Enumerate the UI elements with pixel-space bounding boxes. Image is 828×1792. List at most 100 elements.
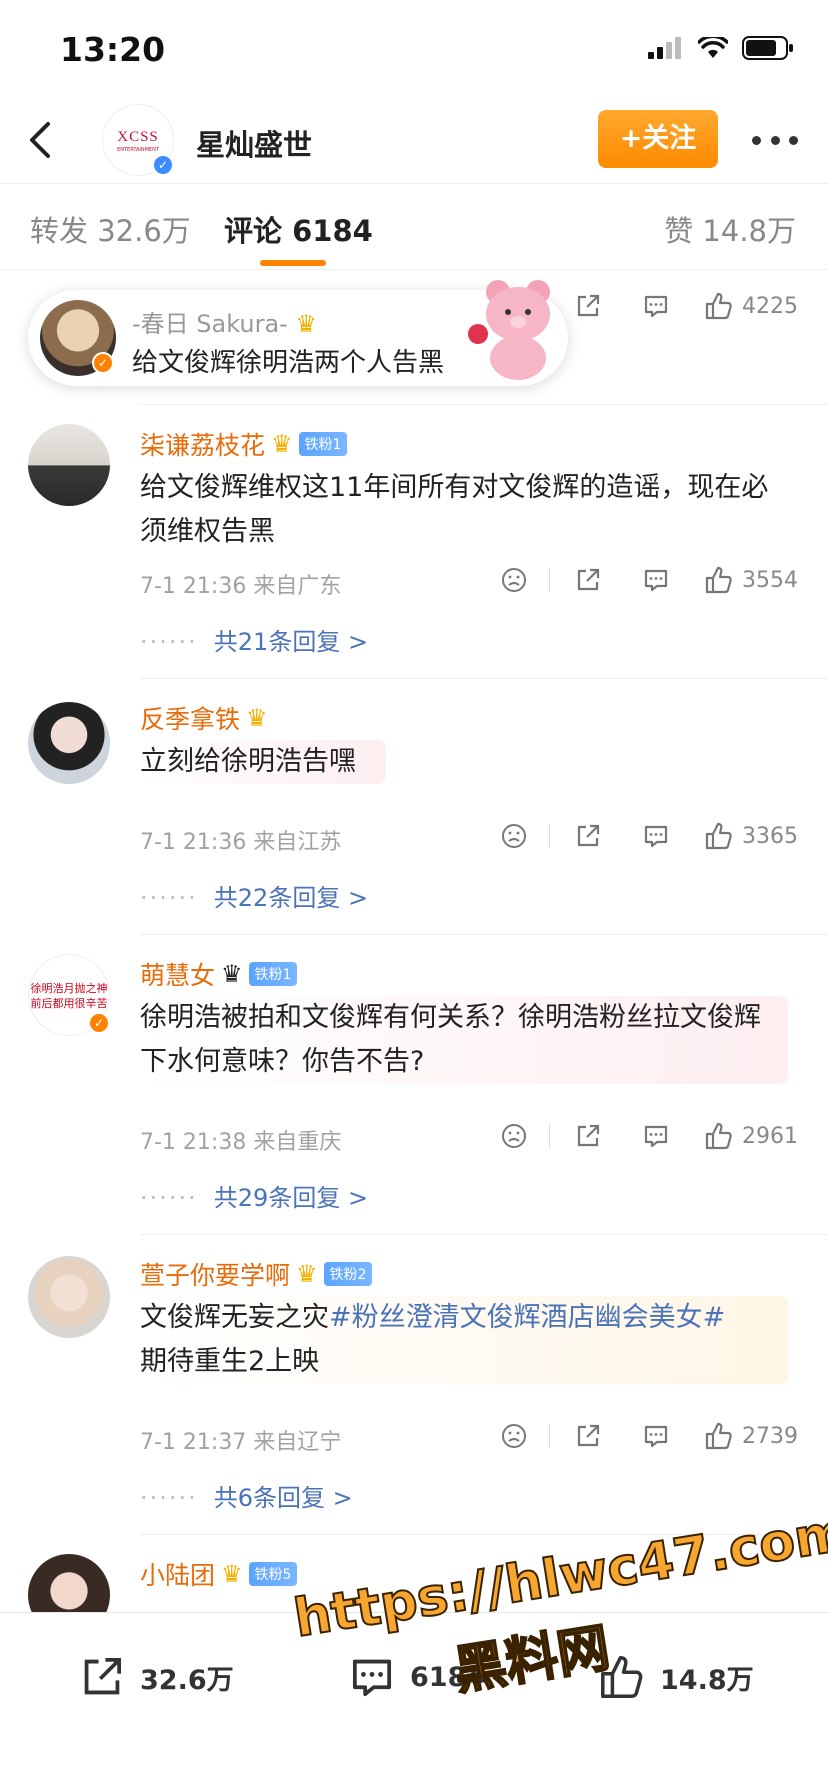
crown-icon: ♛ xyxy=(246,704,268,732)
view-replies-link[interactable]: ······ 共6条回复 > xyxy=(140,1478,353,1513)
reply-count: 共29条回复 > xyxy=(213,1184,369,1212)
share-button[interactable] xyxy=(568,1422,608,1450)
battery-icon xyxy=(742,36,793,60)
share-button[interactable] xyxy=(568,1122,608,1150)
comment-meta: 7-1 21:36 来自江苏 xyxy=(140,830,342,855)
divider xyxy=(140,1534,828,1535)
hashtag-link[interactable]: #粉丝澄清文俊辉酒店幽会美女# xyxy=(329,1302,725,1333)
commenter-avatar[interactable] xyxy=(28,424,110,506)
crown-icon: ♛ xyxy=(221,960,243,988)
divider xyxy=(140,934,828,935)
thumbs-up-icon xyxy=(705,1122,732,1150)
commenter-name-row: 反季拿铁 ♛ xyxy=(140,700,268,736)
commenter-name[interactable]: 小陆团 xyxy=(140,1556,215,1592)
reply-dots: ······ xyxy=(140,884,198,912)
comment-button[interactable] xyxy=(636,822,676,850)
like-button[interactable]: 14.8万 xyxy=(598,1653,754,1701)
sad-face-icon xyxy=(502,568,526,592)
chevron-left-icon xyxy=(30,122,50,158)
reply-count: 共6条回复 > xyxy=(213,1484,353,1512)
commenter-avatar[interactable] xyxy=(28,1256,110,1338)
share-button[interactable] xyxy=(568,566,608,594)
like-count: 14.8万 xyxy=(660,1664,754,1696)
verified-badge-icon: ✓ xyxy=(88,1012,110,1034)
comment-text: 给文俊辉徐明浩两个人告黑 xyxy=(132,348,445,378)
like-button[interactable]: 2739 xyxy=(704,1421,798,1451)
commenter-name[interactable]: 柒谦荔枝花 xyxy=(140,426,265,462)
back-button[interactable] xyxy=(18,116,66,164)
more-options-button[interactable] xyxy=(752,132,798,148)
comment-actions: 3365 xyxy=(497,816,798,856)
like-count: 4225 xyxy=(742,293,798,319)
divider xyxy=(140,678,828,679)
comment-actions: 2739 xyxy=(497,1416,798,1456)
tab-comments[interactable]: 评论 6184 xyxy=(224,208,373,250)
comment-button[interactable] xyxy=(636,292,676,320)
view-replies-link[interactable]: ······ 共22条回复 > xyxy=(140,878,368,913)
tab-reposts[interactable]: 转发 32.6万 xyxy=(30,208,191,250)
thumbs-up-icon xyxy=(705,1422,732,1450)
dislike-button[interactable] xyxy=(497,822,531,850)
like-button[interactable]: 3365 xyxy=(704,821,798,851)
verified-badge-icon: ✓ xyxy=(92,352,114,374)
dislike-button[interactable] xyxy=(497,1422,531,1450)
comment-button[interactable] xyxy=(636,1422,676,1450)
floating-comment-card[interactable]: ✓ -春日 Sakura- ♛ 给文俊辉徐明浩两个人告黑 xyxy=(28,280,568,386)
comment-actions: 2961 xyxy=(497,1116,798,1156)
account-name[interactable]: 星灿盛世 xyxy=(196,122,312,164)
repost-button[interactable]: 32.6万 xyxy=(78,1653,234,1701)
comment-icon xyxy=(352,1659,392,1697)
reply-dots: ······ xyxy=(140,1484,198,1512)
tab-bar: 转发 32.6万 评论 6184 赞 14.8万 xyxy=(0,184,828,270)
thumbs-up-icon xyxy=(705,566,732,594)
status-bar: 13:20 xyxy=(0,0,828,96)
like-button[interactable]: 4225 xyxy=(704,291,798,321)
more-dot-icon xyxy=(752,135,761,145)
fan-level-badge: 铁粉2 xyxy=(323,1262,373,1286)
like-button[interactable]: 2961 xyxy=(704,1121,798,1151)
tab-likes[interactable]: 赞 14.8万 xyxy=(664,208,796,250)
reply-dots: ······ xyxy=(140,1184,198,1212)
share-icon xyxy=(577,1124,600,1147)
reply-dots: ······ xyxy=(140,628,198,656)
comment-text-plain: 文俊辉无妄之灾 xyxy=(140,1302,329,1333)
view-replies-link[interactable]: ······ 共21条回复 > xyxy=(140,622,368,657)
dislike-button[interactable] xyxy=(497,1122,531,1150)
action-separator xyxy=(549,1424,550,1448)
share-button[interactable] xyxy=(568,822,608,850)
commenter-name[interactable]: 萱子你要学啊 xyxy=(140,1256,290,1292)
follow-button[interactable]: +关注 xyxy=(598,110,718,168)
comment-meta: 7-1 21:36 来自广东 xyxy=(140,574,342,599)
like-count: 2961 xyxy=(742,1123,798,1149)
share-icon xyxy=(577,1424,600,1447)
comment-button[interactable] xyxy=(636,1122,676,1150)
commenter-name-row: 小陆团 ♛ 铁粉5 xyxy=(140,1556,298,1592)
commenter-name[interactable]: -春日 Sakura- ♛ xyxy=(132,304,317,339)
crown-icon: ♛ xyxy=(271,430,293,458)
commenter-avatar[interactable] xyxy=(28,702,110,784)
comment-actions: 4225 xyxy=(568,286,798,326)
nav-bar: XCSS ENTERTAINMENT ✓ 星灿盛世 +关注 xyxy=(0,96,828,184)
view-replies-link[interactable]: ······ 共29条回复 > xyxy=(140,1178,368,1213)
share-button[interactable] xyxy=(568,292,608,320)
comment-button[interactable] xyxy=(636,566,676,594)
teddy-bear-sticker-icon xyxy=(468,280,550,380)
action-separator xyxy=(549,568,550,592)
fan-level-badge: 铁粉1 xyxy=(298,432,348,456)
thumbs-up-icon xyxy=(705,822,732,850)
more-dot-icon xyxy=(789,135,798,145)
status-time: 13:20 xyxy=(60,30,166,69)
reply-count: 共22条回复 > xyxy=(213,884,369,912)
comment-text: 徐明浩被拍和文俊辉有何关系？徐明浩粉丝拉文俊辉下水何意味？你告不告? xyxy=(140,996,788,1084)
avatar-logo-text: XCSS xyxy=(117,129,159,145)
fan-level-badge: 铁粉1 xyxy=(248,962,298,986)
comment-meta: 7-1 21:38 来自重庆 xyxy=(140,1130,342,1155)
commenter-name-row: 萌慧女 ♛ 铁粉1 xyxy=(140,956,298,992)
comment-button[interactable]: 6184 xyxy=(348,1653,485,1701)
commenter-name[interactable]: 萌慧女 xyxy=(140,956,215,992)
status-icons xyxy=(648,36,794,60)
avatar-logo-subtext: ENTERTAINMENT xyxy=(117,147,159,153)
commenter-name[interactable]: 反季拿铁 xyxy=(140,700,240,736)
dislike-button[interactable] xyxy=(497,566,531,594)
like-button[interactable]: 3554 xyxy=(704,565,798,595)
